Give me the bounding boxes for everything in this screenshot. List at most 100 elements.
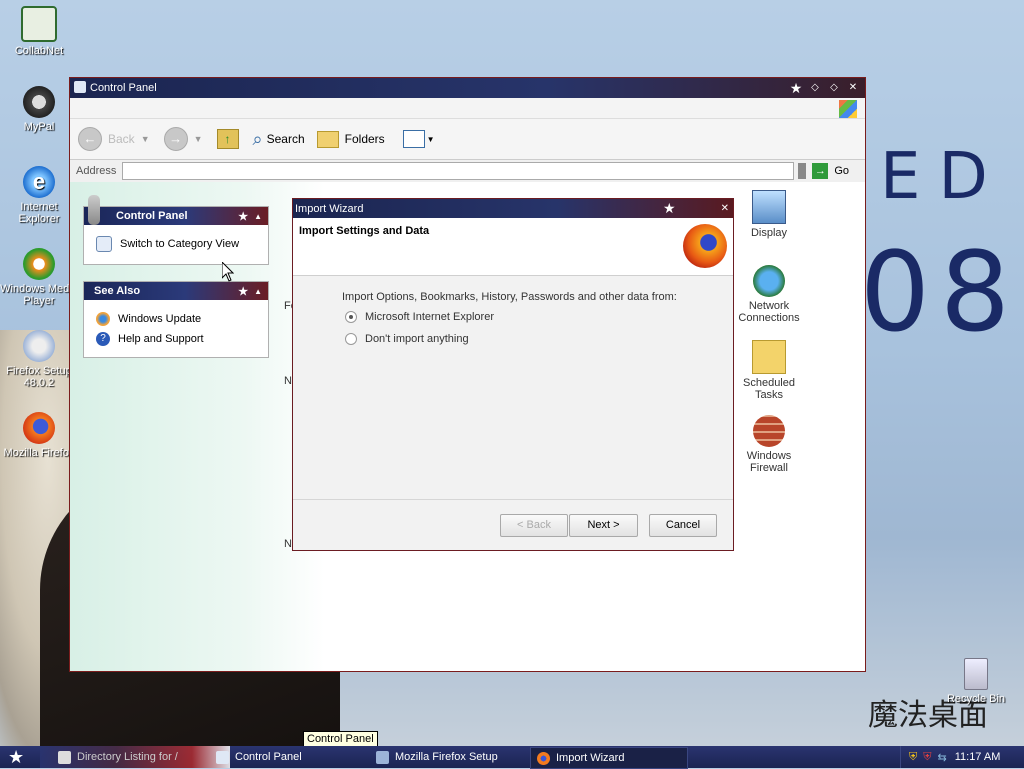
search-button[interactable]: ⌕ Search — [253, 129, 305, 150]
desktop-icon-label: Internet Explorer — [18, 201, 60, 225]
go-label[interactable]: Go — [834, 165, 849, 177]
collabnet-icon — [21, 6, 57, 42]
cp-icon-scheduled-tasks[interactable]: Scheduled Tasks — [734, 340, 804, 401]
option-label: Don't import anything — [365, 333, 469, 345]
desktop-icon-mypal[interactable]: MyPal — [0, 86, 79, 133]
cp-icon-display[interactable]: Display — [734, 190, 804, 239]
firefox-logo-icon — [683, 224, 727, 268]
back-button[interactable]: < Back — [500, 514, 568, 537]
dialog-title: Import Wizard — [295, 202, 364, 215]
antivirus-icon[interactable]: ⛨ — [923, 751, 931, 764]
windows-update-link[interactable]: Windows Update — [84, 309, 268, 329]
minimize-button[interactable]: ◇ — [808, 81, 822, 95]
start-star-button[interactable]: ★ — [8, 747, 24, 768]
media-player-icon — [23, 248, 55, 280]
taskpane-link-label: Windows Update — [118, 313, 202, 325]
wallpaper-text-bottom: 08 — [860, 228, 1020, 356]
display-icon — [752, 190, 786, 224]
system-tray: ⛨ ⛨ ⇆ 11:17 AM — [900, 746, 1024, 768]
taskbar-tooltip: Control Panel — [303, 731, 378, 747]
up-folder-button[interactable]: ↑ — [216, 129, 239, 149]
switch-category-view-link[interactable]: Switch to Category View — [84, 234, 268, 254]
dialog-heading: Import Settings and Data — [299, 225, 430, 237]
dialog-close-button[interactable]: ✕ — [721, 203, 729, 214]
installer-icon — [376, 750, 389, 764]
clock[interactable]: 11:17 AM — [955, 751, 1001, 763]
network-icon — [753, 265, 785, 297]
forward-arrow-icon: → — [163, 127, 188, 151]
back-button[interactable]: ← Back ▼ — [78, 127, 150, 151]
star-icon: ★ — [663, 200, 676, 216]
security-shield-icon[interactable]: ⛨ — [909, 751, 917, 764]
network-tray-icon[interactable]: ⇆ — [938, 751, 947, 764]
collapse-icon[interactable]: ▲ — [254, 212, 262, 221]
address-label: Address — [76, 165, 117, 177]
taskpane-link-label: Switch to Category View — [120, 238, 240, 250]
desktop-icon-windows-media-player[interactable]: Windows Media Player — [0, 248, 79, 307]
taskpane-header[interactable]: See Also ★ ▲ — [84, 282, 268, 300]
see-also-taskpane: See Also ★ ▲ Windows Update ? Help and S… — [83, 281, 269, 358]
go-arrow-icon[interactable]: → — [812, 163, 829, 179]
windows-logo-icon — [839, 100, 857, 118]
cp-icon-label: Network Connections — [738, 300, 800, 324]
taskpane-header[interactable]: Control Panel ★ ▲ — [84, 195, 268, 225]
address-input[interactable] — [122, 162, 795, 180]
radio-button[interactable] — [345, 333, 357, 345]
taskbar-item-firefox-setup[interactable]: Mozilla Firefox Setup — [370, 747, 531, 767]
taskbar-item-directory[interactable]: Directory Listing for / — [52, 747, 218, 767]
collapse-icon[interactable]: ▲ — [254, 287, 262, 296]
desktop-icon-firefox-setup[interactable]: Firefox Setup 48.0.2 — [0, 330, 79, 389]
views-icon — [402, 130, 425, 148]
chevron-down-icon: ▼ — [426, 134, 435, 144]
wrench-icon — [88, 195, 100, 225]
firewall-icon — [753, 415, 785, 447]
taskpane-title: See Also — [94, 285, 141, 297]
desktop-icon-recycle-bin[interactable]: Recycle Bin — [936, 658, 1016, 705]
cp-icon-label: Windows Firewall — [746, 450, 792, 474]
option-internet-explorer[interactable]: Microsoft Internet Explorer — [345, 311, 494, 323]
taskbar-item-label: Control Panel — [235, 751, 302, 763]
window-title: Control Panel — [90, 82, 157, 94]
desktop-icon-label: Recycle Bin — [946, 693, 1006, 705]
address-dropdown-button[interactable] — [798, 163, 807, 179]
taskbar-item-control-panel[interactable]: Control Panel — [210, 747, 371, 767]
star-icon: ★ — [238, 285, 249, 298]
folders-label: Folders — [344, 132, 385, 146]
desktop-icon-label: MyPal — [23, 121, 55, 133]
taskbar: ★ Directory Listing for / Control Panel … — [0, 746, 1024, 769]
mypal-icon — [23, 86, 55, 118]
window-titlebar: Control Panel ★ ◇ ◇ ✕ — [70, 78, 865, 98]
close-button[interactable]: ✕ — [846, 81, 860, 95]
desktop-icon-collabnet[interactable]: CollabNet — [0, 6, 79, 57]
windows-update-icon — [96, 312, 110, 326]
control-panel-taskpane: Control Panel ★ ▲ Switch to Category Vie… — [83, 195, 269, 265]
forward-button[interactable]: → ▼ — [163, 127, 203, 151]
help-support-link[interactable]: ? Help and Support — [84, 329, 268, 349]
folders-button[interactable]: Folders — [316, 130, 385, 148]
firefox-icon — [58, 750, 71, 764]
cancel-button[interactable]: Cancel — [649, 514, 717, 537]
radio-button[interactable] — [345, 311, 357, 323]
taskpane-link-label: Help and Support — [118, 333, 204, 345]
next-button[interactable]: Next > — [569, 514, 638, 537]
desktop-icon-label: CollabNet — [14, 45, 64, 57]
taskbar-item-label: Directory Listing for / — [77, 751, 178, 763]
toolbar: ← Back ▼ → ▼ ↑ ⌕ Search Folders ▼ — [70, 119, 865, 160]
desktop-icon-mozilla-firefox[interactable]: Mozilla Firefox — [0, 412, 79, 459]
installer-icon — [23, 330, 55, 362]
import-description: Import Options, Bookmarks, History, Pass… — [342, 291, 677, 303]
import-wizard-dialog: Import Wizard ★ ✕ Import Settings and Da… — [292, 198, 734, 551]
cp-icon-label: Display — [750, 227, 788, 239]
wallpaper-text-top: ED — [880, 140, 1006, 214]
dialog-divider — [293, 499, 733, 500]
taskbar-item-import-wizard[interactable]: Import Wizard — [530, 747, 688, 769]
option-dont-import[interactable]: Don't import anything — [345, 333, 469, 345]
desktop-icon-internet-explorer[interactable]: e Internet Explorer — [0, 166, 79, 225]
maximize-button[interactable]: ◇ — [827, 81, 841, 95]
search-label: Search — [266, 132, 305, 146]
cp-icon-windows-firewall[interactable]: Windows Firewall — [734, 415, 804, 474]
cp-icon-network-connections[interactable]: Network Connections — [734, 265, 804, 324]
category-view-icon — [96, 236, 112, 252]
views-button[interactable]: ▼ — [402, 130, 435, 148]
back-arrow-icon: ← — [78, 127, 102, 151]
